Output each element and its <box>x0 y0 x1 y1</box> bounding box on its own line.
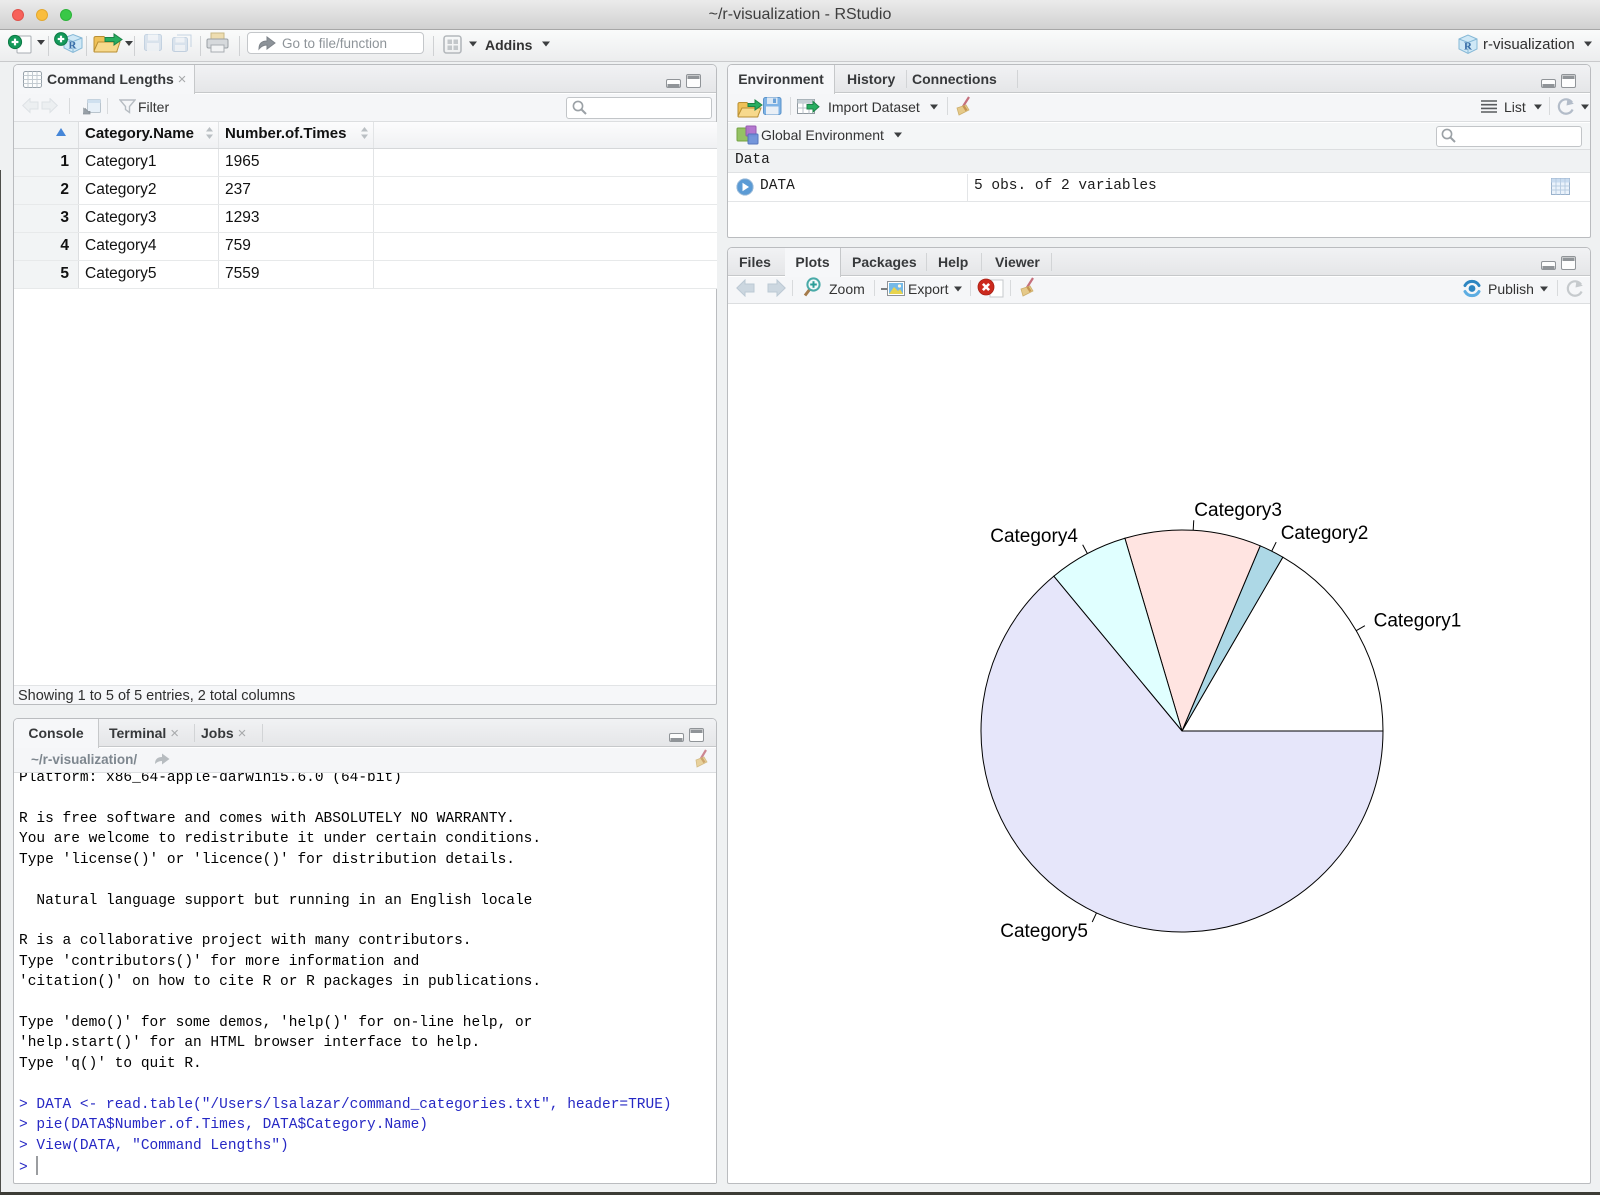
svg-text:Category1: Category1 <box>1374 611 1462 632</box>
svg-text:Category5: Category5 <box>1000 921 1088 942</box>
svg-text:Category3: Category3 <box>1194 500 1282 521</box>
svg-text:R: R <box>1464 41 1473 53</box>
svg-text:Category2: Category2 <box>1281 523 1369 544</box>
svg-text:R: R <box>69 40 78 52</box>
svg-text:Category4: Category4 <box>990 526 1078 547</box>
